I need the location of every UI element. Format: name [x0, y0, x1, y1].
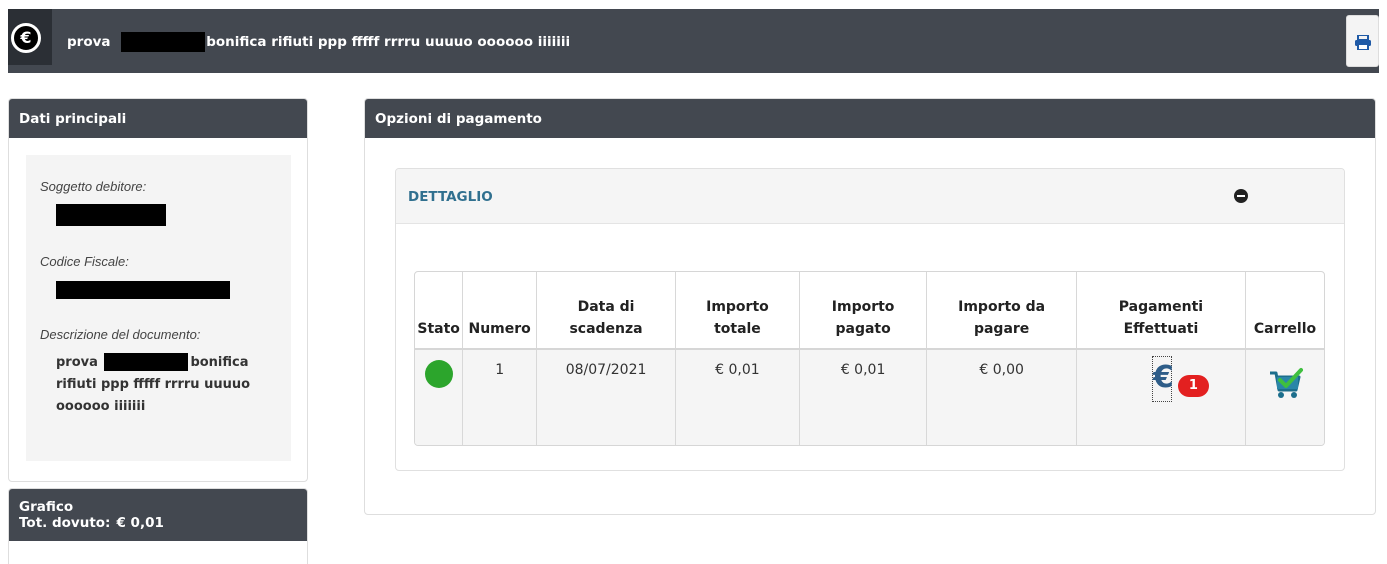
title-prefix: prova — [67, 34, 111, 50]
col-importo-pagato: Importo pagato — [798, 272, 927, 350]
description-label: Descrizione del documento: — [40, 326, 201, 342]
detail-title: DETTAGLIO — [408, 189, 493, 205]
document-header: € prova bonifica rifiuti ppp fffff rrrru… — [8, 9, 1379, 73]
chart-panel-header: Grafico Tot. dovuto: € 0,01 — [9, 489, 307, 541]
euro-badge: € — [8, 9, 52, 65]
euro-icon: € — [11, 23, 41, 53]
tax-code-redacted — [56, 280, 230, 299]
status-green-dot — [424, 360, 453, 388]
description-value: prova bonifica rifiuti ppp fffff rrrru u… — [56, 352, 277, 418]
main-data-body: Soggetto debitore: Codice Fiscale: Descr… — [26, 155, 291, 461]
total-cell: € 0,01 — [675, 349, 800, 445]
debtor-label: Soggetto debitore: — [40, 179, 147, 194]
number-cell: 1 — [462, 349, 537, 445]
chart-title: Grafico — [19, 499, 74, 515]
col-stato: Stato — [415, 272, 463, 350]
detail-header[interactable]: DETTAGLIO — [396, 169, 1344, 224]
table-row: 1 08/07/2021 € 0,01 € 0,01 € 0,00 € 1 — [415, 349, 1324, 445]
cart-cell — [1245, 349, 1324, 445]
print-icon — [1355, 35, 1371, 50]
col-numero: Numero — [462, 272, 537, 350]
collapse-icon[interactable] — [1234, 189, 1248, 203]
tax-code-label: Codice Fiscale: — [40, 254, 129, 269]
payment-options-title: Opzioni di pagamento — [365, 99, 1375, 138]
to-pay-cell: € 0,00 — [926, 349, 1077, 445]
col-carrello: Carrello — [1245, 272, 1324, 350]
redacted-block — [121, 32, 206, 52]
col-pagamenti-effettuati: Pagamenti Effettuati — [1075, 272, 1246, 350]
paid-cell: € 0,01 — [798, 349, 927, 445]
description-prefix: prova — [56, 354, 98, 370]
payment-options-panel: Opzioni di pagamento DETTAGLIO Stato Num… — [364, 98, 1376, 515]
col-data-scadenza: Data di scadenza — [535, 272, 676, 350]
detail-box: DETTAGLIO Stato Numero Data di scadenza … — [395, 168, 1345, 471]
debtor-redacted — [56, 204, 166, 226]
description-redacted — [104, 353, 189, 371]
payments-euro-icon[interactable]: € — [1151, 356, 1174, 402]
title-suffix: bonifica rifiuti ppp fffff rrrru uuuuo o… — [206, 34, 571, 50]
col-importo-totale: Importo totale — [675, 272, 800, 350]
print-button[interactable] — [1346, 15, 1379, 67]
cart-check-icon[interactable] — [1267, 366, 1303, 402]
payments-cell: € 1 — [1075, 349, 1246, 445]
document-title: prova bonifica rifiuti ppp fffff rrrru u… — [67, 32, 570, 52]
installments-table: Stato Numero Data di scadenza Importo to… — [414, 271, 1325, 446]
col-importo-da-pagare: Importo da pagare — [926, 272, 1077, 350]
total-due: Tot. dovuto: € 0,01 — [19, 515, 297, 531]
main-data-title: Dati principali — [9, 99, 307, 138]
total-label: Tot. dovuto: — [19, 515, 111, 531]
chart-panel: Grafico Tot. dovuto: € 0,01 — [8, 488, 308, 564]
due-date-cell: 08/07/2021 — [535, 349, 676, 445]
total-value: € 0,01 — [116, 515, 164, 531]
payments-count-badge: 1 — [1177, 375, 1209, 397]
table-header-row: Stato Numero Data di scadenza Importo to… — [415, 272, 1324, 350]
main-data-panel: Dati principali Soggetto debitore: Codic… — [8, 98, 308, 482]
status-cell — [415, 349, 463, 445]
